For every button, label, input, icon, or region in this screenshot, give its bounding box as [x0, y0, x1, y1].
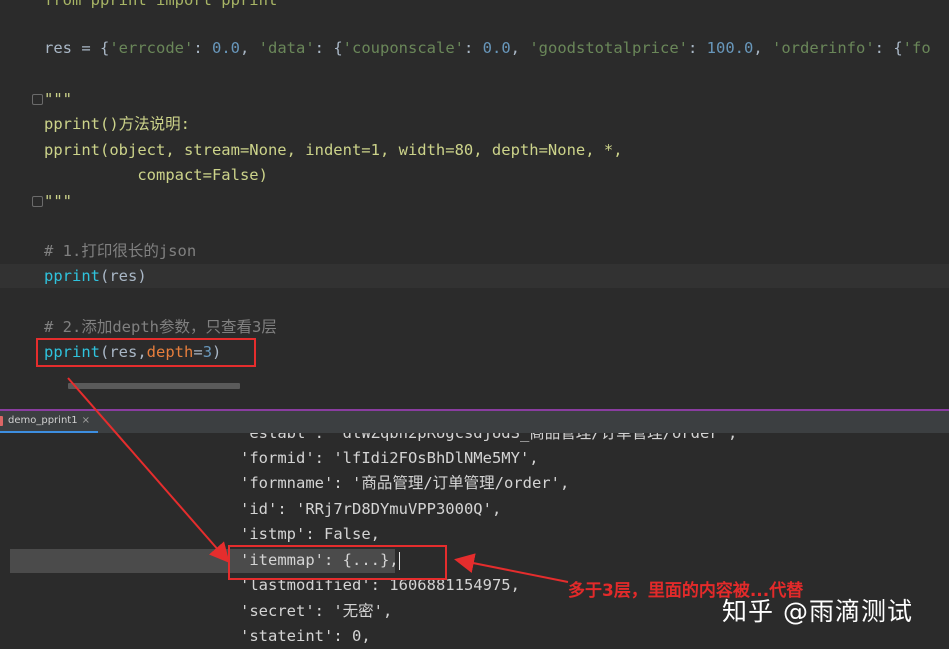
code-line-doc1: pprint()方法说明:: [44, 115, 190, 133]
code-line-doc-close: """: [44, 192, 72, 210]
tab-demo-pprint1[interactable]: demo_pprint1 ×: [0, 411, 98, 433]
console-line: 'id': 'RRj7rD8DYmuVPP3000Q',: [240, 500, 502, 518]
horizontal-scrollbar[interactable]: [68, 383, 240, 389]
console-line: 'istmp': False,: [240, 525, 380, 543]
code-line-doc2: pprint(object, stream=None, indent=1, wi…: [44, 141, 623, 159]
close-icon[interactable]: ×: [82, 415, 90, 426]
watermark: 知乎 @雨滴测试: [722, 597, 913, 626]
code-comment-2: # 2.添加depth参数，只查看3层: [44, 318, 277, 336]
fold-marker[interactable]: [32, 94, 43, 105]
tab-label: demo_pprint1: [8, 415, 78, 426]
run-tab-bar: demo_pprint1 ×: [0, 409, 949, 433]
run-config-icon: [0, 416, 3, 426]
code-line-doc3: compact=False): [44, 166, 268, 184]
code-comment-1: # 1.打印很长的json: [44, 242, 197, 260]
highlight-box-itemmap: [228, 545, 447, 580]
console-line: 'formid': 'lfIdi2FOsBhDlNMe5MY',: [240, 449, 539, 467]
fold-marker[interactable]: [32, 196, 43, 207]
editor-gutter: [0, 0, 32, 390]
console-line: 'stateint': 0,: [240, 627, 371, 645]
code-line-import: from pprint import pprint: [44, 0, 278, 9]
code-line-doc-open: """: [44, 90, 72, 108]
highlight-box-depth-call: [36, 338, 256, 367]
code-line-res: res = {'errcode': 0.0, 'data': {'coupons…: [44, 39, 931, 57]
code-line-call1: pprint(res): [44, 267, 147, 285]
console-line: 'establ': 'dtWZqbh2pRUgcsdjUdS_商品管理/订单管理…: [240, 433, 738, 442]
code-editor[interactable]: from pprint import pprint res = {'errcod…: [0, 0, 949, 390]
console-line: 'formname': '商品管理/订单管理/order',: [240, 474, 570, 492]
console-line: 'secret': '无密',: [240, 602, 393, 620]
